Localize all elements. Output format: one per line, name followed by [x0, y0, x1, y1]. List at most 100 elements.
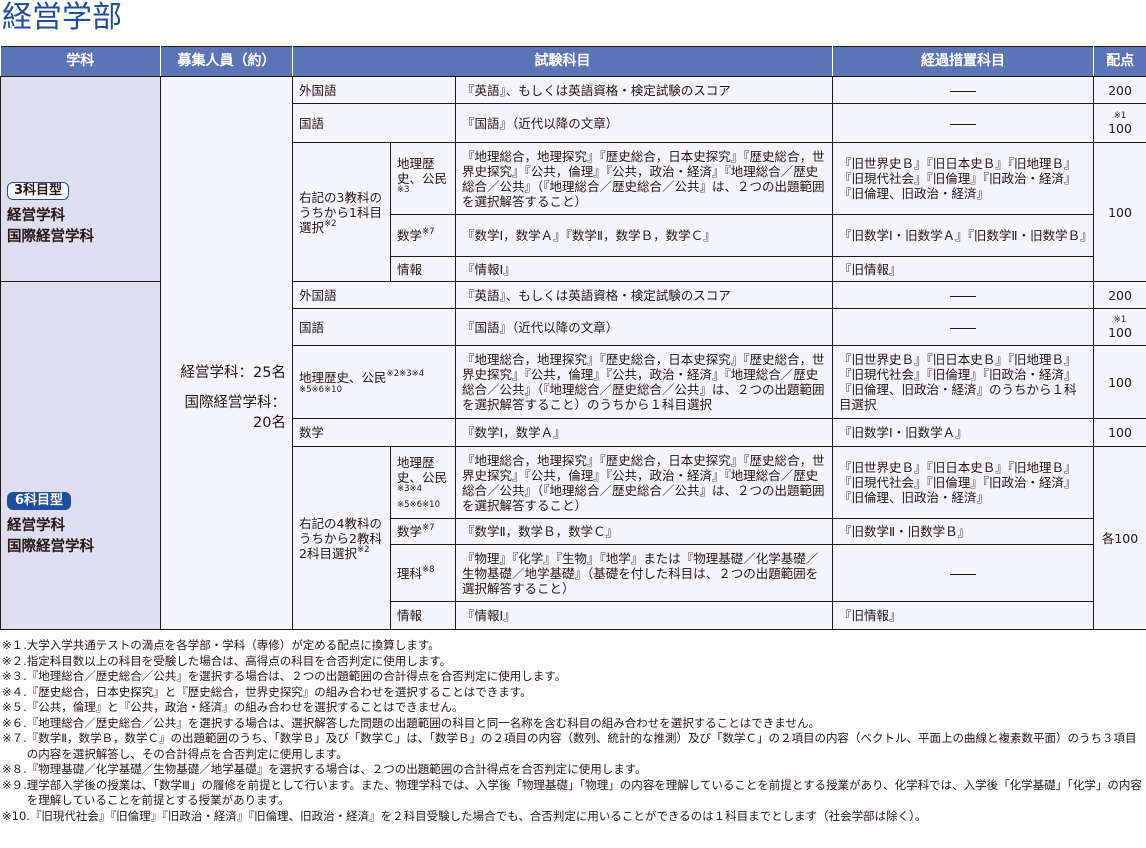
footnote: ※１. 大学入学共通テストの満点を各学部・学科（専修）が定める配点に換算します。 [2, 638, 1146, 654]
header-department: 学科 [0, 46, 161, 77]
dash-line [950, 90, 976, 92]
dash-line [950, 123, 976, 125]
points-cell: ※1 100 [1093, 103, 1146, 143]
department-name: 国際経営学科 [7, 538, 94, 555]
subject-content: 『英語』、もしくは英語資格・検定試験のスコア [455, 281, 833, 309]
capacity-international-label: 国際経営学科： [184, 395, 287, 411]
footnote-ref: ※7 [422, 227, 435, 237]
footnote: ※６. 『地理総合／歴史総合／公共』を選択する場合は、選択解答した問題の出題範囲の… [2, 716, 1146, 732]
subject-area-cell: 地理歴史、公民※2※3※4 ※5※6※10 [292, 345, 456, 419]
footnote-text: 『公共，倫理』と『公共，政治・経済』の組み合わせを選択することはできません。 [26, 700, 464, 714]
subject-area: 数学 [397, 228, 423, 243]
transition-none [832, 281, 1094, 309]
footnote-ref: ※8 [422, 564, 435, 575]
subject-content: 『数学Ⅰ，数学Ａ』 [455, 418, 833, 447]
subject-area-cell: 数学※7 [390, 214, 456, 257]
dash-line [950, 327, 976, 329]
footnote: ※８. 『物理基礎／化学基礎／生物基礎／地学基礎』を選択する場合は、２つの出題範囲… [2, 762, 1146, 778]
dash-line [950, 295, 976, 297]
subject-content: 『数学Ⅰ，数学Ａ』『数学Ⅱ，数学Ｂ，数学Ｃ』 [455, 214, 833, 257]
subject-area: 理科 [397, 565, 423, 581]
type6-department-cell: 6科目型 経営学科 国際経営学科 [0, 281, 161, 630]
footnote-ref: ※2 [324, 218, 337, 229]
type3-badge: 3科目型 [7, 182, 70, 200]
subject-content: 『地理総合，地理探究』『歴史総合，日本史探究』『歴史総合，世界史探究』『公共，倫… [455, 345, 833, 419]
footnote-ref: ※7 [422, 523, 435, 533]
type3-department-cell: 3科目型 経営学科 国際経営学科 [0, 76, 161, 282]
subject-area: 地理歴史、公民 [397, 455, 448, 485]
transition-content: 『旧数学Ⅰ・旧数学Ａ』 [832, 418, 1094, 447]
footnote-text: 『物理基礎／化学基礎／生物基礎／地学基礎』を選択する場合は、２つの出題範囲の合計… [26, 762, 647, 776]
footnote-text: 『旧現代社会』『旧倫理』『旧政治・経済』『旧倫理、旧政治・経済』を２科目受験した… [29, 808, 927, 823]
footnote-ref: ※5※6※10 [397, 500, 440, 510]
header-capacity: 募集人員（約） [160, 46, 293, 77]
footnote-mark: ※８. [2, 762, 27, 776]
capacity-management: 経営学科：25名 [180, 365, 286, 381]
subject-area-cell: 理科※8 [390, 544, 456, 602]
table-row: 3科目型 経営学科 国際経営学科 経営学科：25名 国際経営学科： 20名 外国… [0, 76, 1146, 630]
subject-content: 『情報Ⅰ』 [455, 601, 833, 630]
footnote-ref: ※3 [397, 185, 410, 195]
transition-content: 『旧数学Ⅱ・旧数学Ｂ』 [832, 518, 1094, 545]
subject-content: 『数学Ⅱ，数学Ｂ，数学Ｃ』 [455, 518, 833, 545]
points-cell: ※1 100 [1093, 308, 1146, 346]
transition-content: 『旧情報』 [832, 601, 1094, 630]
transition-none [832, 544, 1094, 602]
footnote: ※７. 『数学Ⅱ，数学Ｂ，数学Ｃ』の出題範囲のうち、「数学Ｂ」及び「数学Ｃ」は、「… [2, 731, 1146, 762]
subject-content: 『国語』（近代以降の文章） [455, 308, 833, 346]
footnote-ref: ※5※6※10 [299, 384, 342, 395]
page-title: 経営学部 [2, 0, 122, 35]
header-transition: 経過措置科目 [832, 46, 1094, 77]
transition-content: 『旧情報』 [832, 256, 1094, 282]
subject-area: 国語 [292, 103, 456, 143]
exam-subjects-table: 学科 募集人員（約） 試験科目 経過措置科目 配点 3科目型 経営学科 国際経営… [0, 46, 1146, 630]
capacity-international-value: 20名 [253, 415, 286, 431]
subject-content: 『国語』（近代以降の文章） [455, 103, 833, 143]
footnote-mark: ※６. [2, 715, 27, 730]
department-name: 国際経営学科 [7, 229, 94, 245]
footnote-mark: ※２. [2, 653, 27, 668]
footnote-mark: ※５. [2, 700, 27, 714]
footnote-text: 理学部入学後の授業は、「数学Ⅲ」の履修を前提として行います。また、物理学科では、… [26, 777, 1142, 808]
subject-content: 『地理総合，地理探究』『歴史総合，日本史探究』『歴史総合，世界史探究』『公共，倫… [455, 142, 833, 215]
footnote: ※３. 『地理総合／歴史総合／公共』を選択する場合は、２つの出題範囲の合計得点を合… [2, 669, 1146, 685]
subject-area: 国語 [292, 308, 456, 346]
points-footnote: ※1 [1113, 110, 1127, 121]
choice-label-cell: 右記の3教科のうちから1科目選択※2 [292, 142, 391, 282]
dash-line [950, 573, 976, 575]
footnote-mark: ※１. [2, 638, 27, 652]
department-name: 経営学科 [7, 208, 65, 224]
subject-area: 数学 [292, 418, 456, 447]
footnote-text: 『地理総合／歴史総合／公共』を選択する場合は、選択解答した問題の出題範囲の科目と… [26, 715, 820, 730]
department-name: 経営学科 [7, 517, 65, 534]
subject-content: 『物理』『化学』『生物』『地学』または『物理基礎／化学基礎／生物基礎／地学基礎』… [455, 544, 833, 602]
footnote-ref: ※2 [356, 544, 370, 555]
transition-content: 『旧世界史Ｂ』『旧日本史Ｂ』『旧地理Ｂ』『旧現代社会』『旧倫理』『旧政治・経済』… [832, 446, 1094, 519]
footnote-text: 大学入学共通テストの満点を各学部・学科（専修）が定める配点に換算します。 [26, 638, 440, 652]
footnote-text: 『数学Ⅱ，数学Ｂ，数学Ｃ』の出題範囲のうち、「数学Ｂ」及び「数学Ｃ」は、「数学Ｂ… [26, 731, 1137, 761]
points-value: 100 [1093, 418, 1146, 447]
points-value: 100 [1108, 120, 1132, 136]
points-value: 100 [1108, 324, 1132, 340]
transition-content: 『旧世界史Ｂ』『旧日本史Ｂ』『旧地理Ｂ』『旧現代社会』『旧倫理』『旧政治・経済』… [832, 142, 1094, 215]
footnotes: ※１. 大学入学共通テストの満点を各学部・学科（専修）が定める配点に換算します。 … [2, 638, 1146, 824]
footnote-mark: ※３. [2, 669, 27, 683]
footnote: ※２. 指定科目数以上の科目を受験した場合は、高得点の科目を合否判定に使用します。 [2, 654, 1146, 670]
table-header-row: 学科 募集人員（約） 試験科目 経過措置科目 配点 [0, 46, 1146, 77]
points-value: 各100 [1093, 446, 1146, 630]
footnote: ※９. 理学部入学後の授業は、「数学Ⅲ」の履修を前提として行います。また、物理学科… [2, 778, 1146, 809]
transition-content: 『旧数学Ⅰ・旧数学Ａ』『旧数学Ⅱ・旧数学Ｂ』 [832, 214, 1094, 257]
transition-none [832, 103, 1094, 143]
subject-area: 地理歴史、公民 [299, 369, 387, 385]
points-footnote: ※1 [1113, 314, 1127, 325]
footnote-ref: ※2※3※4 [386, 368, 425, 379]
transition-content: 『旧世界史Ｂ』『旧日本史Ｂ』『旧地理Ｂ』『旧現代社会』『旧倫理』『旧政治・経済』… [832, 345, 1094, 419]
footnote-text: 指定科目数以上の科目を受験した場合は、高得点の科目を合否判定に使用します。 [26, 653, 452, 668]
transition-none [832, 76, 1094, 104]
footnote: ※４. 『歴史総合，日本史探究』と『歴史総合，世界史探究』の組み合わせを選択するこ… [2, 685, 1146, 701]
subject-area: 数学 [397, 524, 423, 539]
footnote-mark: ※７. [2, 731, 27, 745]
footnote-ref: ※3※4 [397, 484, 423, 494]
points-value: 100 [1093, 142, 1146, 282]
subject-area-cell: 数学※7 [390, 518, 456, 545]
